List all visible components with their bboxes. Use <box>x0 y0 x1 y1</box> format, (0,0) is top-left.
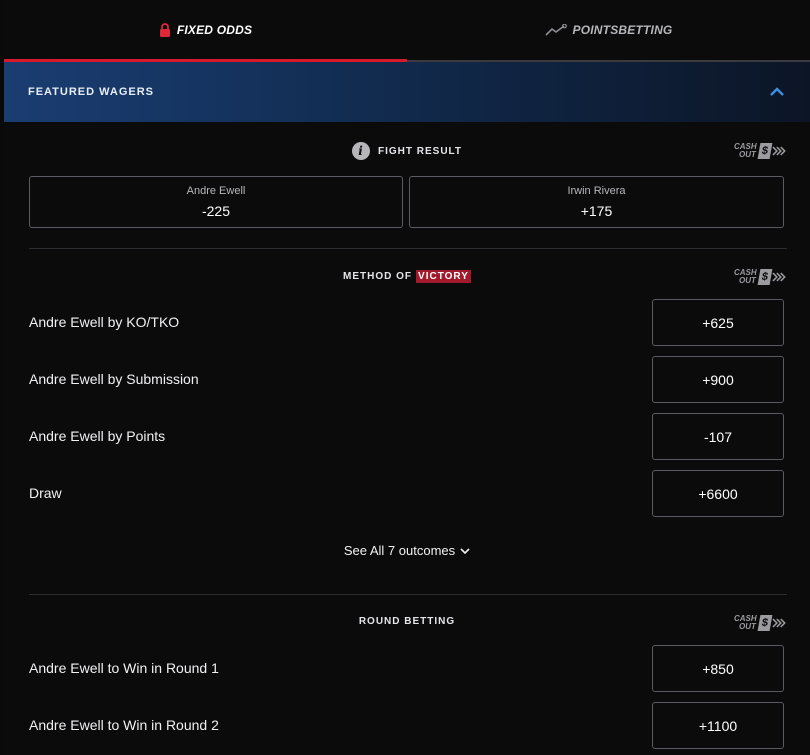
divider <box>29 594 787 595</box>
fighter-name: Andre Ewell <box>186 185 246 197</box>
featured-wagers-header[interactable]: FEATURED WAGERS <box>4 62 810 122</box>
tab-fixed-odds[interactable]: FIXED ODDS <box>4 0 407 62</box>
odds-button[interactable]: +625 <box>652 299 784 346</box>
see-all-label: See All 7 outcomes <box>343 543 456 558</box>
chevrons-right-icon <box>772 618 786 628</box>
round-betting-title: ROUND BETTING <box>358 616 456 627</box>
chevron-down-icon <box>460 547 470 554</box>
chevrons-right-icon <box>772 272 786 282</box>
round-betting-header: ROUND BETTING <box>4 616 810 627</box>
cash-out-line2: OUT <box>739 622 756 631</box>
cash-out-line2: OUT <box>739 276 756 285</box>
method-of-victory-title: METHOD OF <box>343 271 413 282</box>
tab-pointsbetting[interactable]: POINTSBETTING <box>407 0 810 62</box>
fighter-odds: +175 <box>580 203 613 219</box>
fighter-odds: -225 <box>201 203 231 219</box>
dollar-icon: $ <box>757 143 772 159</box>
outcome-label: Andre Ewell by KO/TKO <box>29 314 180 330</box>
cash-out-badge: CASH OUT $ <box>734 140 786 162</box>
odds-button[interactable]: +900 <box>652 356 784 403</box>
odds-button[interactable]: +850 <box>652 645 784 692</box>
fight-result-header: i FIGHT RESULT <box>4 142 810 160</box>
odds-button[interactable]: -107 <box>652 413 784 460</box>
dollar-icon: $ <box>757 269 772 285</box>
info-icon[interactable]: i <box>351 142 370 160</box>
see-all-outcomes-link[interactable]: See All 7 outcomes <box>4 543 810 558</box>
outcome-label: Andre Ewell by Points <box>29 428 166 444</box>
odds-button[interactable]: +1100 <box>652 702 784 749</box>
outcome-label: Andre Ewell by Submission <box>29 371 199 387</box>
chevron-up-icon[interactable] <box>768 83 786 101</box>
trend-icon <box>544 24 567 36</box>
fighter-name: Irwin Rivera <box>567 185 626 197</box>
method-of-victory-highlight: VICTORY <box>416 270 471 283</box>
tab-fixed-odds-label: FIXED ODDS <box>176 22 253 37</box>
odds-button[interactable]: +6600 <box>652 470 784 517</box>
fight-result-title: FIGHT RESULT <box>377 145 463 157</box>
odds-tabs: FIXED ODDS POINTSBETTING <box>4 0 810 62</box>
outcome-label: Andre Ewell to Win in Round 2 <box>29 717 219 733</box>
cash-out-line2: OUT <box>739 150 756 159</box>
dollar-icon: $ <box>757 615 772 631</box>
method-of-victory-header: METHOD OF VICTORY <box>4 270 810 283</box>
fight-result-option-irwin-rivera[interactable]: Irwin Rivera +175 <box>409 176 784 228</box>
cash-out-badge: CASH OUT $ <box>734 612 786 634</box>
divider <box>29 248 787 249</box>
outcome-label: Draw <box>29 485 62 501</box>
cash-out-badge: CASH OUT $ <box>734 266 786 288</box>
lock-icon <box>159 22 170 37</box>
fight-result-option-andre-ewell[interactable]: Andre Ewell -225 <box>29 176 403 228</box>
outcome-label: Andre Ewell to Win in Round 1 <box>29 660 219 676</box>
page: FIXED ODDS POINTSBETTING FEATURED WAGERS… <box>4 0 810 755</box>
featured-wagers-title: FEATURED WAGERS <box>28 86 155 98</box>
chevrons-right-icon <box>772 146 786 156</box>
tab-pointsbetting-label: POINTSBETTING <box>572 23 673 37</box>
